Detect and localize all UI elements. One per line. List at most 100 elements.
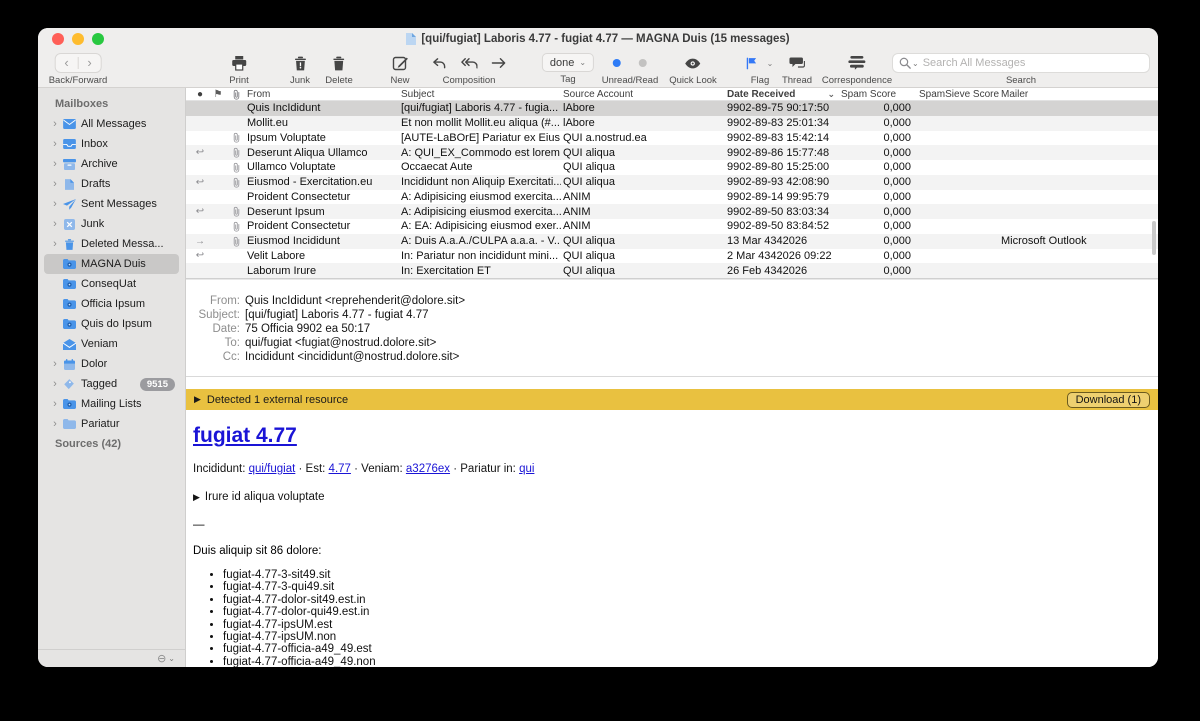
disclosure-chevron-icon[interactable]: › [49,118,61,130]
body-link[interactable]: a3276ex [406,463,450,475]
sidebar-item-pariatur[interactable]: › Pariatur [44,414,179,434]
date-column-header[interactable]: Date Received ⌄ [727,89,839,100]
sidebar-item-label: Archive [81,158,118,170]
table-row[interactable]: Ullamco Voluptate Occaecat Aute QUI aliq… [186,160,1158,175]
mailer-column-header[interactable]: Mailer [1001,89,1158,100]
search-input[interactable] [922,57,1143,69]
body-disclosure[interactable]: ▶ Irure id aliqua voluptate [193,491,1148,503]
list-scrollbar-thumb[interactable] [1152,221,1156,255]
table-row[interactable]: ↩ Velit Labore In: Pariatur non incididu… [186,249,1158,264]
chevron-down-icon[interactable]: ⌄ [168,654,175,663]
flag-column-icon[interactable]: ⚑ [210,89,226,100]
row-spam-score: 0,000 [883,190,911,203]
table-row[interactable]: ↩ Eiusmod - Exercitation.eu Incididunt n… [186,174,1158,190]
from-column-header[interactable]: From [247,89,399,100]
unread-column-icon[interactable]: ● [192,89,208,100]
disclosure-chevron-icon[interactable]: › [49,378,61,390]
thread-icon[interactable] [789,57,805,70]
mark-unread-icon[interactable] [612,59,621,67]
disclosure-chevron-icon[interactable]: › [49,358,61,370]
sidebar-item-sent-messages[interactable]: › Sent Messages [44,194,179,214]
row-subject: Et non mollit Mollit.eu aliqua (#... [401,117,560,130]
forward-icon[interactable] [491,57,507,69]
filter-icon[interactable]: ⊖ [157,652,166,665]
sidebar-item-inbox[interactable]: › Inbox [44,134,179,154]
back-button[interactable]: ‹ [55,54,77,72]
row-subject: [AUTE-LaBOrE] Pariatur ex Eius... [401,131,561,144]
delete-icon[interactable] [333,56,345,71]
row-spam-score: 0,000 [883,131,911,144]
sidebar-item-drafts[interactable]: › Drafts [44,174,179,194]
search-scope-chevron-icon[interactable]: ⌄ [912,59,919,68]
flag-icon[interactable] [746,57,757,70]
sidebar-item-veniam[interactable]: Veniam [44,334,179,354]
disclosure-chevron-icon[interactable]: › [49,418,61,430]
table-row[interactable]: → Eiusmod Incididunt A: Duis A.a.A./CULP… [186,233,1158,249]
sidebar-item-deleted-messa-[interactable]: › Deleted Messa... [44,234,179,254]
subject-column-header[interactable]: Subject [401,89,561,100]
disclosure-chevron-icon[interactable]: › [49,138,61,150]
table-row[interactable]: Quis IncIdidunt [qui/fugiat] Laboris 4.7… [186,101,1158,116]
disclosure-chevron-icon[interactable]: › [49,218,61,230]
sidebar-item-dolor[interactable]: › Dolor [44,354,179,374]
search-label: Search [1005,75,1037,86]
table-row[interactable]: Proident Consectetur A: Adipisicing eius… [186,190,1158,205]
body-link[interactable]: qui [519,463,534,475]
row-spam-score: 0,000 [883,249,911,262]
sieve-column-header[interactable]: SpamSieve Score [919,89,999,100]
new-message-icon[interactable] [392,55,408,71]
junk-icon[interactable] [294,56,306,71]
mail-window: [qui/fugiat] Laboris 4.77 - fugiat 4.77 … [38,28,1158,667]
zoom-window-button[interactable] [92,33,104,45]
file-list-item: fugiat-4.77-3-sit49.sit [223,569,1148,581]
sidebar-item-archive[interactable]: › Archive [44,154,179,174]
disclosure-chevron-icon[interactable]: › [49,198,61,210]
table-row[interactable]: Mollit.eu Et non mollit Mollit.eu aliqua… [186,115,1158,131]
row-account: QUI a.nostrud.ea [563,131,647,144]
sidebar-item-all-messages[interactable]: › All Messages [44,114,179,134]
smart-folder-icon [61,399,77,409]
forward-button[interactable]: › [78,54,100,72]
document-proxy-icon [406,33,417,45]
close-window-button[interactable] [52,33,64,45]
sidebar-item-magna-duis[interactable]: MAGNA Duis [44,254,179,274]
message-heading-link[interactable]: fugiat 4.77 [193,424,297,448]
attachment-column-icon[interactable] [228,89,245,100]
delete-label: Delete [325,75,353,86]
sidebar-item-officia-ipsum[interactable]: Officia Ipsum [44,294,179,314]
sidebar-item-junk[interactable]: › Junk [44,214,179,234]
download-button[interactable]: Download (1) [1066,391,1150,408]
flag-chevron-icon[interactable]: ⌄ [767,59,774,68]
search-field[interactable]: ⌄ [892,53,1150,73]
table-row[interactable]: ↩ Deserunt Aliqua Ullamco A: QUI_EX_Comm… [186,145,1158,160]
sidebar-item-mailing-lists[interactable]: › Mailing Lists [44,394,179,414]
disclosure-chevron-icon[interactable]: › [49,398,61,410]
disclosure-chevron-icon[interactable]: › [49,178,61,190]
disclosure-triangle-icon[interactable]: ▶ [194,394,201,405]
table-row[interactable]: Laborum Irure In: Exercitation ET QUI al… [186,263,1158,278]
account-column-header[interactable]: Source Account [563,89,725,100]
body-link[interactable]: qui/fugiat [249,463,296,475]
spam-column-header[interactable]: Spam Score [841,89,917,100]
sidebar-item-quis-do-ipsum[interactable]: Quis do Ipsum [44,314,179,334]
minimize-window-button[interactable] [72,33,84,45]
count-badge: 9515 [139,377,175,391]
print-icon[interactable] [231,55,247,71]
table-row[interactable]: ↩ Deserunt Ipsum A: Adipisicing eiusmod … [186,204,1158,219]
sidebar-item-label: Tagged [81,378,118,390]
disclosure-chevron-icon[interactable]: › [49,158,61,170]
reply-icon[interactable] [432,57,447,70]
tag-dropdown[interactable]: done ⌄ [541,53,595,72]
attachment-icon [228,221,245,232]
sidebar-item-consequat[interactable]: ConseqUat [44,274,179,294]
sidebar-item-tagged[interactable]: › Tagged 9515 [44,374,179,394]
table-row[interactable]: Ipsum Voluptate [AUTE-LaBOrE] Pariatur e… [186,131,1158,146]
body-link[interactable]: 4.77 [329,463,351,475]
correspondence-icon[interactable] [848,56,866,70]
quick-look-icon[interactable] [685,58,702,69]
disclosure-chevron-icon[interactable]: › [49,238,61,250]
disclosure-triangle-icon: ▶ [193,492,200,502]
reply-all-icon[interactable] [461,57,478,70]
table-row[interactable]: Proident Consectetur A: EA: Adipisicing … [186,219,1158,234]
mark-read-icon[interactable] [638,59,647,67]
